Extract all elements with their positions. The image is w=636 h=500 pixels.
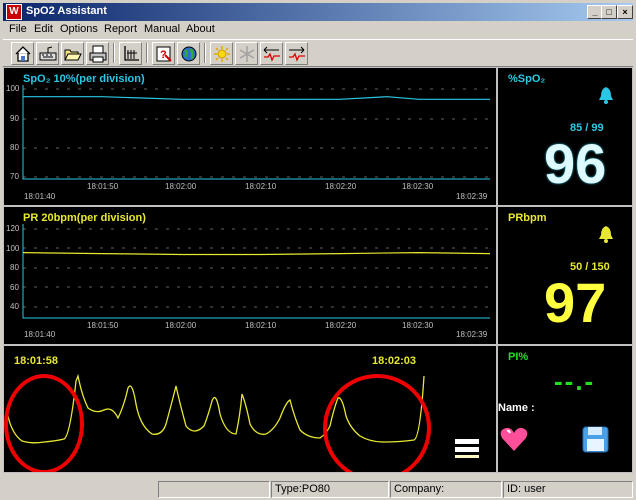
pr-trend-plot [22,224,491,319]
pleth-bar-indicator [455,455,479,458]
menu-report[interactable]: Report [104,23,137,35]
axis-line [22,224,490,319]
web-button[interactable] [177,42,200,65]
pr-value-panel: PRbpm 50 / 150 97 [497,206,633,345]
chart-button[interactable] [119,42,142,65]
highlight-circle [4,374,84,472]
maximize-button[interactable]: □ [601,5,617,19]
spo2-trend-plot [22,85,490,180]
toolbar-separator [146,43,148,63]
series-line [23,96,490,100]
toolbar-separator [113,43,115,63]
toolbar-separator [204,43,206,63]
snowflake-button[interactable] [235,42,258,65]
pr-label: PRbpm [508,212,547,224]
open-folder-icon [64,49,82,61]
monitor-area: SpO₂ 10%(per division) 100 90 80 70 18:0… [3,67,633,473]
help-button[interactable]: ? [152,42,175,65]
pleth-waveform [4,373,479,472]
spo2-label: %SpO₂ [508,73,546,85]
globe-icon [181,46,197,62]
print-icon [89,45,107,63]
arrow-right-wave-icon [289,46,305,62]
arrow-left-wave-icon [263,46,280,62]
spo2-trend-panel: SpO₂ 10%(per division) 100 90 80 70 18:0… [3,67,497,206]
pleth-bar-indicator [455,439,479,444]
spo2-value-panel: %SpO₂ 85 / 99 96 [497,67,633,206]
menu-edit[interactable]: Edit [34,23,53,35]
app-logo-icon: W [6,4,22,20]
pleth-bar-indicator [455,447,479,452]
snowflake-icon [239,46,255,62]
menu-bar: File Edit Options Report Manual About [3,21,633,39]
scroll-left-button[interactable] [260,42,283,65]
menu-manual[interactable]: Manual [144,23,180,35]
status-bar: Type:PO80 Company: ID: user [3,481,633,498]
pr-value: 97 [544,271,607,334]
pleth-trace [7,373,425,444]
name-label: Name : [498,402,535,414]
keyboard-button[interactable] [36,42,59,65]
bell-icon[interactable] [598,225,614,243]
status-id: ID: user [503,481,633,498]
print-button[interactable] [86,42,109,65]
bell-icon[interactable] [598,86,614,104]
title-bar[interactable]: W SpO2 Assistant _ □ × [3,3,633,21]
series-line [22,251,491,256]
spo2-value: 96 [544,132,607,195]
keyboard-icon [39,46,57,61]
home-icon [15,46,31,62]
pi-panel: PI% --.- Name : [497,345,633,473]
open-button[interactable] [61,42,84,65]
home-button[interactable] [11,42,34,65]
menu-file[interactable]: File [9,23,27,35]
pleth-waveform-panel: 18:01:58 18:02:03 [3,345,497,473]
sun-icon [214,46,230,62]
question-icon: ? [156,46,172,62]
menu-about[interactable]: About [186,23,215,35]
heart-icon [500,427,528,451]
menu-options[interactable]: Options [60,23,98,35]
scroll-right-button[interactable] [285,42,308,65]
status-type: Type:PO80 [271,481,389,498]
app-window: W SpO2 Assistant _ □ × File Edit Options… [0,0,636,500]
sun-button[interactable] [210,42,233,65]
save-disk-icon[interactable] [582,426,610,454]
pi-value: --.- [554,366,596,396]
status-pane-empty [158,481,270,498]
pi-label: PI% [508,351,529,363]
chart-icon [124,46,139,61]
pr-trend-panel: PR 20bpm(per division) 120 100 80 60 40 … [3,206,497,345]
close-button[interactable]: × [617,5,633,19]
highlight-circle [323,374,431,472]
status-company: Company: [390,481,502,498]
window-title: SpO2 Assistant [26,5,107,17]
toolbar: ? [3,39,633,67]
